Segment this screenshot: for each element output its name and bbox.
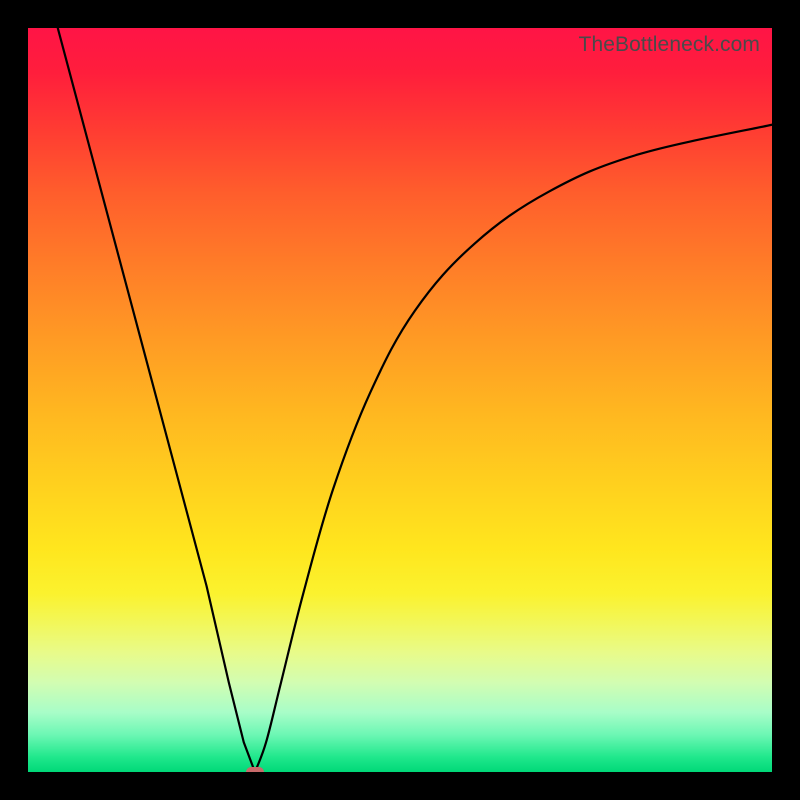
plot-area: TheBottleneck.com (28, 28, 772, 772)
heat-gradient (28, 28, 772, 772)
optimum-marker (246, 767, 264, 772)
watermark-text: TheBottleneck.com (579, 33, 760, 57)
chart-frame: TheBottleneck.com (0, 0, 800, 800)
